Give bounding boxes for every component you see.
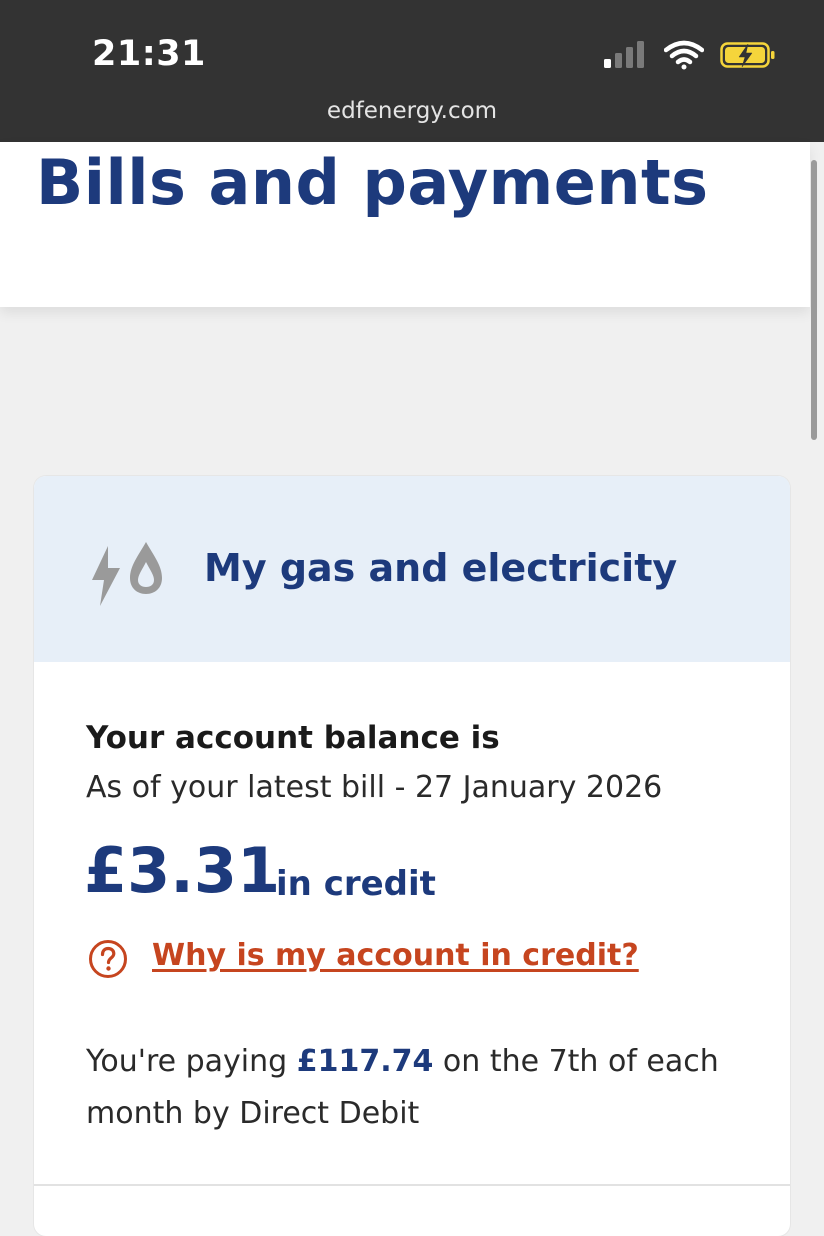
wifi-icon xyxy=(664,40,704,70)
payment-prefix: You're paying xyxy=(86,1044,297,1079)
question-circle-icon[interactable] xyxy=(88,939,128,979)
gas-electricity-card: My gas and electricity Your account bala… xyxy=(34,476,790,1236)
balance-status: in credit xyxy=(276,864,436,904)
payment-info: You're paying £117.74 on the 7th of each… xyxy=(86,1036,746,1140)
card-title: My gas and electricity xyxy=(204,546,678,590)
cellular-signal-icon xyxy=(604,41,644,68)
payment-amount: £117.74 xyxy=(296,1044,434,1079)
gas-electric-icon xyxy=(92,542,162,606)
scrollbar[interactable] xyxy=(811,160,817,440)
balance-amount: £3.31 xyxy=(84,834,281,907)
balance-heading: Your account balance is xyxy=(86,720,500,756)
browser-status-bar: 21:31 edfenergy.com xyxy=(0,0,824,142)
clock-time: 21:31 xyxy=(92,34,206,74)
battery-charging-icon xyxy=(720,42,775,68)
divider xyxy=(34,1184,790,1186)
page-title: Bills and payments xyxy=(36,146,709,219)
account-credit-help-link[interactable]: Why is my account in credit? xyxy=(152,938,639,973)
address-bar-url[interactable]: edfenergy.com xyxy=(0,98,824,124)
balance-date: As of your latest bill - 27 January 2026 xyxy=(86,770,663,805)
card-header: My gas and electricity xyxy=(34,476,790,662)
